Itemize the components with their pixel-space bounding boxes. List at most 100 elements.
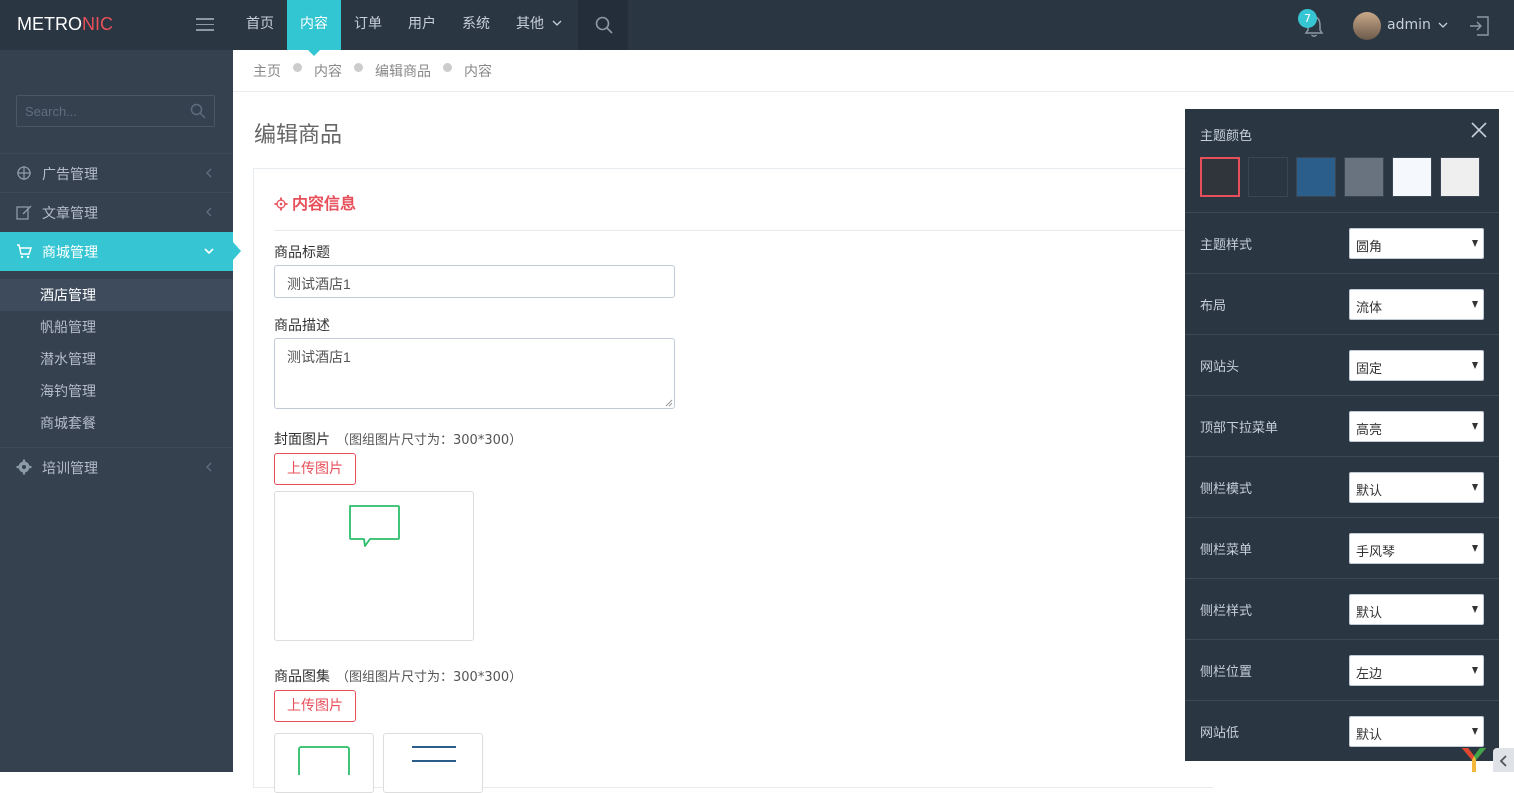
theme-swatch-darkblue[interactable] bbox=[1200, 157, 1240, 197]
cover-image-label: 封面图片 （图组图片尺寸为：300*300） bbox=[274, 429, 522, 449]
content-portlet bbox=[253, 168, 1213, 788]
breadcrumb-edit-product[interactable]: 编辑商品 bbox=[375, 61, 431, 81]
nav-item-other[interactable]: 其他 bbox=[503, 0, 575, 50]
cover-image-preview[interactable] bbox=[274, 491, 474, 641]
product-desc-label: 商品描述 bbox=[274, 318, 330, 334]
chevron-left-icon bbox=[206, 207, 212, 217]
theme-color-title: 主题颜色 bbox=[1200, 129, 1253, 144]
logout-icon[interactable] bbox=[1468, 15, 1490, 37]
footer-row: 网站低 默认 bbox=[1185, 700, 1499, 761]
resize-handle-icon[interactable] bbox=[665, 399, 673, 407]
nav-item-users[interactable]: 用户 bbox=[395, 0, 449, 50]
sidebar-item-articles[interactable]: 文章管理 bbox=[0, 192, 233, 231]
theme-style-row: 主题样式 圆角 bbox=[1185, 212, 1499, 273]
sidebar-menu-select[interactable]: 手风琴 bbox=[1349, 533, 1484, 564]
select-value: 圆角 bbox=[1356, 240, 1383, 255]
caret-down-icon bbox=[1472, 728, 1478, 735]
layout-select[interactable]: 流体 bbox=[1349, 289, 1484, 320]
gallery-image-thumb[interactable] bbox=[274, 733, 374, 793]
sidebar-subitem-diving[interactable]: 潜水管理 bbox=[0, 343, 233, 375]
top-dropdown-select[interactable]: 高亮 bbox=[1349, 411, 1484, 442]
sidebar-item-label: 广告管理 bbox=[42, 167, 98, 183]
nav-item-system[interactable]: 系统 bbox=[449, 0, 503, 50]
sidebar-item-ads[interactable]: 广告管理 bbox=[0, 153, 233, 192]
sidebar-item-mall[interactable]: 商城管理 bbox=[0, 232, 241, 271]
chevron-left-icon bbox=[206, 168, 212, 178]
user-menu[interactable]: admin bbox=[1387, 17, 1448, 33]
breadcrumb-separator bbox=[354, 63, 363, 72]
theme-swatch-light2[interactable] bbox=[1440, 157, 1480, 197]
product-desc-textarea[interactable]: 测试酒店1 bbox=[274, 338, 675, 409]
caret-down-icon bbox=[1472, 606, 1478, 613]
nav-item-home[interactable]: 首页 bbox=[233, 0, 287, 50]
chevron-left-icon bbox=[206, 462, 212, 472]
cart-icon bbox=[17, 244, 32, 259]
theme-swatch-grey[interactable] bbox=[1344, 157, 1384, 197]
logo[interactable]: METRONIC bbox=[17, 14, 113, 35]
search-icon bbox=[595, 16, 613, 34]
sidebar-mode-row: 侧栏模式 默认 bbox=[1185, 456, 1499, 517]
row-label: 布局 bbox=[1200, 299, 1227, 314]
search-icon[interactable] bbox=[190, 103, 206, 119]
select-value: 固定 bbox=[1356, 362, 1383, 377]
select-value: 默认 bbox=[1356, 606, 1383, 621]
sidebar-item-training[interactable]: 培训管理 bbox=[0, 447, 233, 486]
menu-toggle-icon[interactable] bbox=[196, 18, 214, 32]
breadcrumb-home[interactable]: 主页 bbox=[253, 61, 281, 81]
nav-item-content[interactable]: 内容 bbox=[287, 0, 341, 56]
avatar[interactable] bbox=[1353, 12, 1381, 40]
select-value: 手风琴 bbox=[1356, 545, 1396, 560]
crosshair-icon bbox=[17, 166, 31, 180]
nav-search-button[interactable] bbox=[578, 0, 628, 50]
breadcrumb-current: 内容 bbox=[464, 63, 492, 80]
chevron-down-icon bbox=[1438, 22, 1448, 28]
upload-gallery-button[interactable]: 上传图片 bbox=[274, 690, 356, 722]
row-label: 网站头 bbox=[1200, 360, 1240, 375]
product-title-value: 测试酒店1 bbox=[287, 276, 351, 292]
section-title-label: 内容信息 bbox=[292, 194, 357, 213]
caret-down-icon bbox=[1472, 484, 1478, 491]
upload-cover-button[interactable]: 上传图片 bbox=[274, 453, 356, 485]
breadcrumb-content[interactable]: 内容 bbox=[314, 61, 342, 81]
top-bar: METRONIC 首页 内容 订单 用户 系统 其他 7 admin bbox=[0, 0, 1514, 56]
row-label: 侧栏样式 bbox=[1200, 604, 1253, 619]
chevron-down-icon bbox=[552, 20, 562, 26]
notification-badge: 7 bbox=[1298, 9, 1317, 28]
chevron-down-icon bbox=[204, 248, 214, 255]
cover-image-hint: （图组图片尺寸为：300*300） bbox=[336, 433, 523, 448]
select-value: 默认 bbox=[1356, 728, 1383, 743]
sidebar-style-select[interactable]: 默认 bbox=[1349, 594, 1484, 625]
sidebar-subitem-package[interactable]: 商城套餐 bbox=[0, 407, 233, 439]
sidebar-position-select[interactable]: 左边 bbox=[1349, 655, 1484, 686]
footer-select[interactable]: 默认 bbox=[1349, 716, 1484, 747]
close-icon[interactable] bbox=[1470, 121, 1488, 139]
caret-down-icon bbox=[1472, 362, 1478, 369]
sidebar-item-label: 商城管理 bbox=[42, 245, 98, 261]
caret-down-icon bbox=[1472, 545, 1478, 552]
caret-down-icon bbox=[1472, 423, 1478, 430]
row-label: 侧栏位置 bbox=[1200, 665, 1253, 680]
gallery-image-thumb[interactable] bbox=[383, 733, 483, 793]
image-placeholder-icon bbox=[298, 746, 350, 775]
breadcrumb: 主页 内容 编辑商品 内容 bbox=[233, 50, 1514, 92]
caret-down-icon bbox=[1472, 240, 1478, 247]
sidebar-subitem-hotel[interactable]: 酒店管理 bbox=[0, 279, 233, 311]
sidebar-style-row: 侧栏样式 默认 bbox=[1185, 578, 1499, 639]
product-title-label: 商品标题 bbox=[274, 245, 330, 261]
sidebar-subitem-fishing[interactable]: 海钓管理 bbox=[0, 375, 233, 407]
theme-style-select[interactable]: 圆角 bbox=[1349, 228, 1484, 259]
sidebar-search bbox=[16, 95, 215, 127]
search-input[interactable] bbox=[25, 102, 185, 120]
theme-swatch-dark[interactable] bbox=[1248, 157, 1288, 197]
debug-toolbar-toggle[interactable] bbox=[1493, 748, 1514, 772]
sidebar-mode-select[interactable]: 默认 bbox=[1349, 472, 1484, 503]
document-lines-icon bbox=[412, 746, 456, 762]
caret-down-icon bbox=[1472, 667, 1478, 674]
edit-icon bbox=[16, 205, 32, 220]
theme-swatch-blue[interactable] bbox=[1296, 157, 1336, 197]
theme-swatch-light[interactable] bbox=[1392, 157, 1432, 197]
product-title-input[interactable]: 测试酒店1 bbox=[274, 265, 675, 298]
nav-item-orders[interactable]: 订单 bbox=[341, 0, 395, 50]
header-select[interactable]: 固定 bbox=[1349, 350, 1484, 381]
sidebar-subitem-sailing[interactable]: 帆船管理 bbox=[0, 311, 233, 343]
